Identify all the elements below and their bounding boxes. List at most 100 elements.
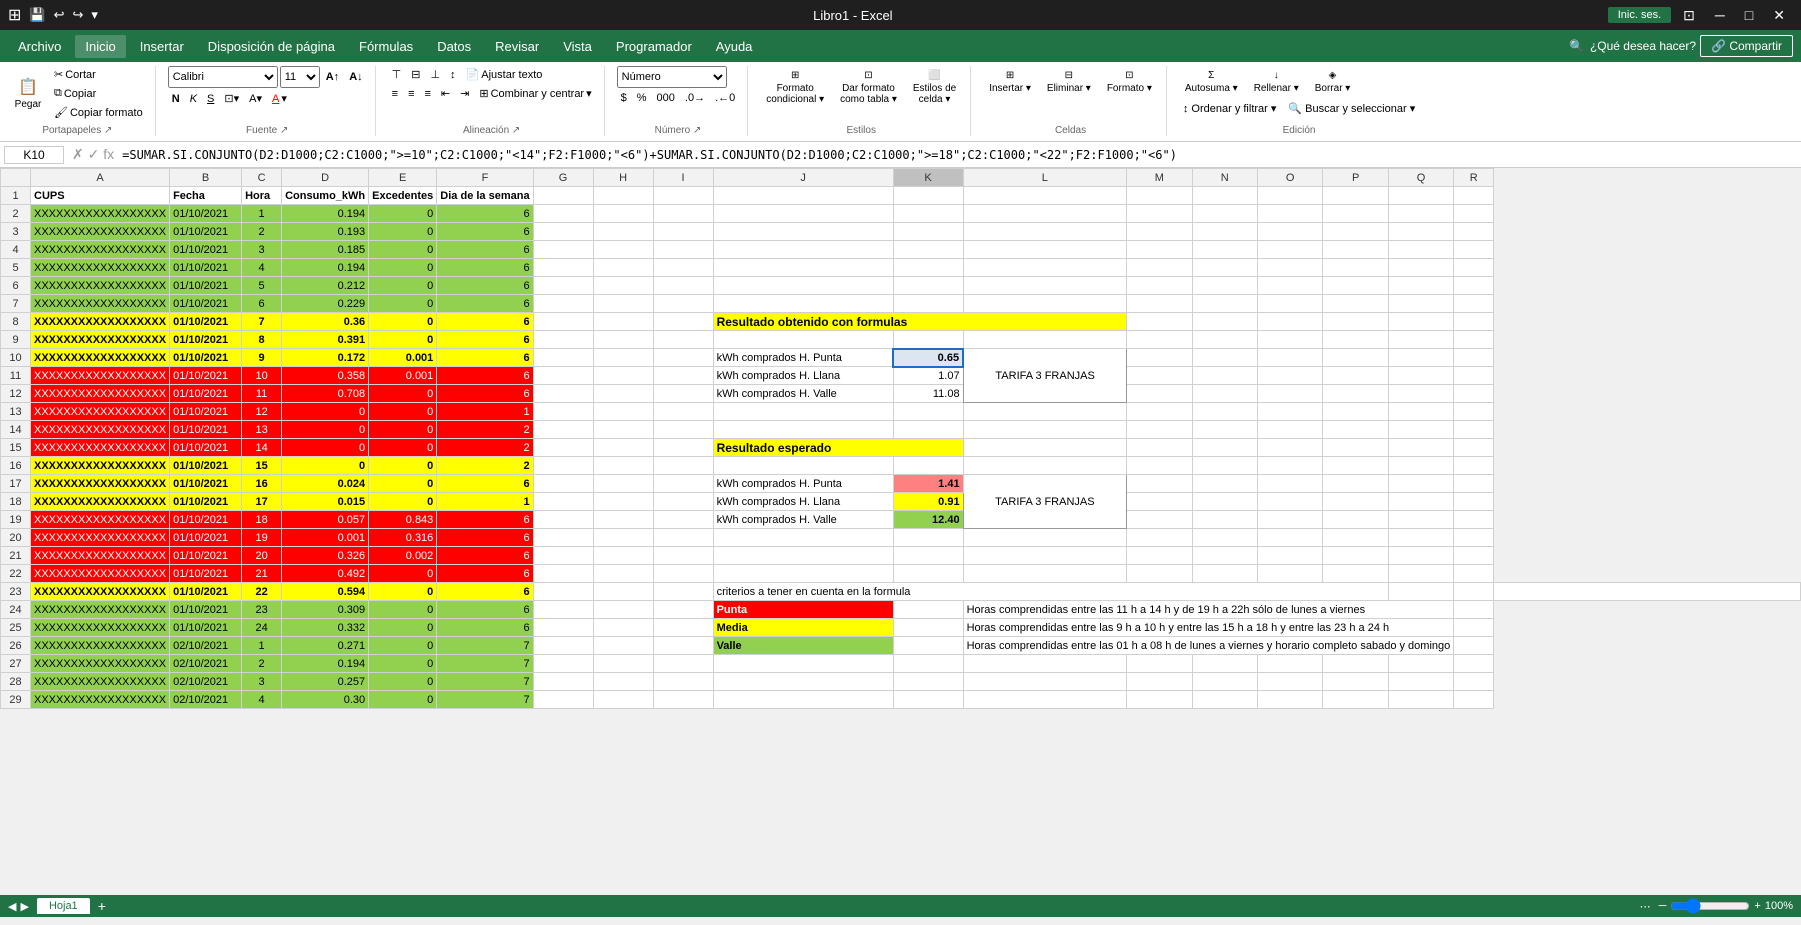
cell-j10[interactable]: kWh comprados H. Punta bbox=[713, 349, 893, 367]
fill-color-button[interactable]: A▾ bbox=[245, 90, 266, 107]
format-table-button[interactable]: ⊡ Dar formatocomo tabla ▾ bbox=[834, 66, 903, 109]
zoom-out-btn[interactable]: ─ bbox=[1659, 900, 1667, 912]
find-select-button[interactable]: 🔍 Buscar y seleccionar ▾ bbox=[1284, 100, 1419, 117]
next-sheet-btn[interactable]: ▶ bbox=[20, 900, 28, 913]
col-header-e[interactable]: E bbox=[369, 169, 437, 187]
cell-c1[interactable]: Hora bbox=[242, 187, 282, 205]
cell-styles-button[interactable]: ⬜ Estilos decelda ▾ bbox=[907, 66, 962, 109]
cell-l10[interactable]: TARIFA 3 FRANJAS bbox=[963, 349, 1127, 403]
col-header-g[interactable]: G bbox=[533, 169, 593, 187]
quick-access-undo[interactable]: ↩ bbox=[54, 7, 65, 23]
init-session-btn[interactable]: Inic. ses. bbox=[1608, 7, 1671, 23]
cell-e1[interactable]: Excedentes bbox=[369, 187, 437, 205]
col-header-j[interactable]: J bbox=[713, 169, 893, 187]
cell-j17[interactable]: kWh comprados H. Punta bbox=[713, 475, 893, 493]
align-middle-button[interactable]: ⊟ bbox=[407, 66, 424, 83]
merge-center-button[interactable]: ⊞ Combinar y centrar ▾ bbox=[475, 85, 595, 102]
cell-k19[interactable]: 12.40 bbox=[893, 511, 963, 529]
cell-r1[interactable] bbox=[1454, 187, 1494, 205]
decrease-decimal-button[interactable]: .←0 bbox=[711, 90, 739, 106]
insert-cell-button[interactable]: ⊞ Insertar ▾ bbox=[983, 66, 1037, 98]
col-header-i[interactable]: I bbox=[653, 169, 713, 187]
paste-button[interactable]: 📋 Pegar bbox=[8, 73, 48, 114]
zoom-in-btn[interactable]: + bbox=[1754, 900, 1760, 912]
fill-button[interactable]: ↓ Rellenar ▾ bbox=[1248, 66, 1305, 98]
cell-k10[interactable]: 0.65 bbox=[893, 349, 963, 367]
decrease-indent-button[interactable]: ⇤ bbox=[437, 85, 454, 102]
align-left-button[interactable]: ≡ bbox=[388, 86, 402, 102]
delete-cell-button[interactable]: ⊟ Eliminar ▾ bbox=[1041, 66, 1097, 98]
menu-inicio[interactable]: Inicio bbox=[75, 35, 125, 58]
menu-archivo[interactable]: Archivo bbox=[8, 35, 71, 58]
zoom-slider[interactable] bbox=[1670, 898, 1750, 914]
cell-j11[interactable]: kWh comprados H. Llana bbox=[713, 367, 893, 385]
text-direction-button[interactable]: ↕ bbox=[446, 67, 460, 83]
underline-button[interactable]: S bbox=[203, 91, 218, 107]
quick-access-redo[interactable]: ↪ bbox=[73, 7, 84, 23]
cell-k18[interactable]: 0.91 bbox=[893, 493, 963, 511]
punta-label[interactable]: Punta bbox=[713, 601, 893, 619]
bold-button[interactable]: N bbox=[168, 91, 184, 107]
font-grow-button[interactable]: A↑ bbox=[322, 69, 343, 85]
search-label[interactable]: ¿Qué desea hacer? bbox=[1590, 39, 1696, 53]
conditional-format-button[interactable]: ⊞ Formatocondicional ▾ bbox=[760, 66, 830, 109]
close-btn[interactable]: ✕ bbox=[1765, 5, 1793, 26]
cell-q1[interactable] bbox=[1388, 187, 1453, 205]
menu-vista[interactable]: Vista bbox=[553, 35, 602, 58]
prev-sheet-btn[interactable]: ◀ bbox=[8, 900, 16, 913]
cut-button[interactable]: ✂ Cortar bbox=[50, 66, 147, 83]
col-header-l[interactable]: L bbox=[963, 169, 1127, 187]
align-top-button[interactable]: ⊤ bbox=[388, 66, 406, 83]
wrap-text-button[interactable]: 📄 Ajustar texto bbox=[462, 66, 547, 83]
font-shrink-button[interactable]: A↓ bbox=[345, 69, 366, 85]
cell-b1[interactable]: Fecha bbox=[170, 187, 242, 205]
cell-g1[interactable] bbox=[533, 187, 593, 205]
col-header-q[interactable]: Q bbox=[1388, 169, 1453, 187]
copy-button[interactable]: ⧉ Copiar bbox=[50, 85, 147, 102]
cell-i1[interactable] bbox=[653, 187, 713, 205]
media-label[interactable]: Media bbox=[713, 619, 893, 637]
cell-l17[interactable]: TARIFA 3 FRANJAS bbox=[963, 475, 1127, 529]
font-color-button[interactable]: A▾ bbox=[268, 90, 291, 107]
sheet-tab-hoja1[interactable]: Hoja1 bbox=[37, 898, 90, 914]
cell-reference-box[interactable] bbox=[4, 146, 64, 164]
cell-l1[interactable] bbox=[963, 187, 1127, 205]
cell-d1[interactable]: Consumo_kWh bbox=[282, 187, 369, 205]
font-name-select[interactable]: Calibri bbox=[168, 66, 278, 88]
align-bottom-button[interactable]: ⊥ bbox=[426, 66, 444, 83]
col-header-b[interactable]: B bbox=[170, 169, 242, 187]
currency-button[interactable]: $ bbox=[617, 90, 631, 106]
formula-input[interactable] bbox=[122, 148, 1797, 162]
thousands-button[interactable]: 000 bbox=[653, 90, 679, 106]
col-header-d[interactable]: D bbox=[282, 169, 369, 187]
col-header-m[interactable]: M bbox=[1127, 169, 1192, 187]
col-header-p[interactable]: P bbox=[1323, 169, 1388, 187]
minimize-btn[interactable]: ─ bbox=[1707, 5, 1733, 25]
menu-programador[interactable]: Programador bbox=[606, 35, 702, 58]
clear-button[interactable]: ◈ Borrar ▾ bbox=[1309, 66, 1357, 98]
cell-k17[interactable]: 1.41 bbox=[893, 475, 963, 493]
col-header-o[interactable]: O bbox=[1257, 169, 1322, 187]
cell-h1[interactable] bbox=[593, 187, 653, 205]
menu-insertar[interactable]: Insertar bbox=[130, 35, 194, 58]
font-size-select[interactable]: 11 bbox=[280, 66, 320, 88]
col-header-r[interactable]: R bbox=[1454, 169, 1494, 187]
col-header-k[interactable]: K bbox=[893, 169, 963, 187]
restore-btn[interactable]: ⊡ bbox=[1675, 5, 1703, 26]
format-painter-button[interactable]: 🖌 Copiar formato bbox=[50, 104, 147, 121]
format-cell-button[interactable]: ⊡ Formato ▾ bbox=[1101, 66, 1158, 98]
maximize-btn[interactable]: □ bbox=[1737, 5, 1761, 25]
autosum-button[interactable]: Σ Autosuma ▾ bbox=[1179, 66, 1244, 98]
col-header-n[interactable]: N bbox=[1192, 169, 1257, 187]
cell-m1[interactable] bbox=[1127, 187, 1192, 205]
quick-access-save[interactable]: 💾 bbox=[29, 7, 45, 23]
col-header-h[interactable]: H bbox=[593, 169, 653, 187]
menu-revisar[interactable]: Revisar bbox=[485, 35, 549, 58]
number-format-select[interactable]: Número bbox=[617, 66, 727, 88]
cell-f1[interactable]: Dia de la semana bbox=[437, 187, 533, 205]
increase-decimal-button[interactable]: .0→ bbox=[681, 90, 709, 106]
add-sheet-btn[interactable]: + bbox=[98, 898, 106, 914]
col-header-f[interactable]: F bbox=[437, 169, 533, 187]
cell-j19[interactable]: kWh comprados H. Valle bbox=[713, 511, 893, 529]
cell-n1[interactable] bbox=[1192, 187, 1257, 205]
